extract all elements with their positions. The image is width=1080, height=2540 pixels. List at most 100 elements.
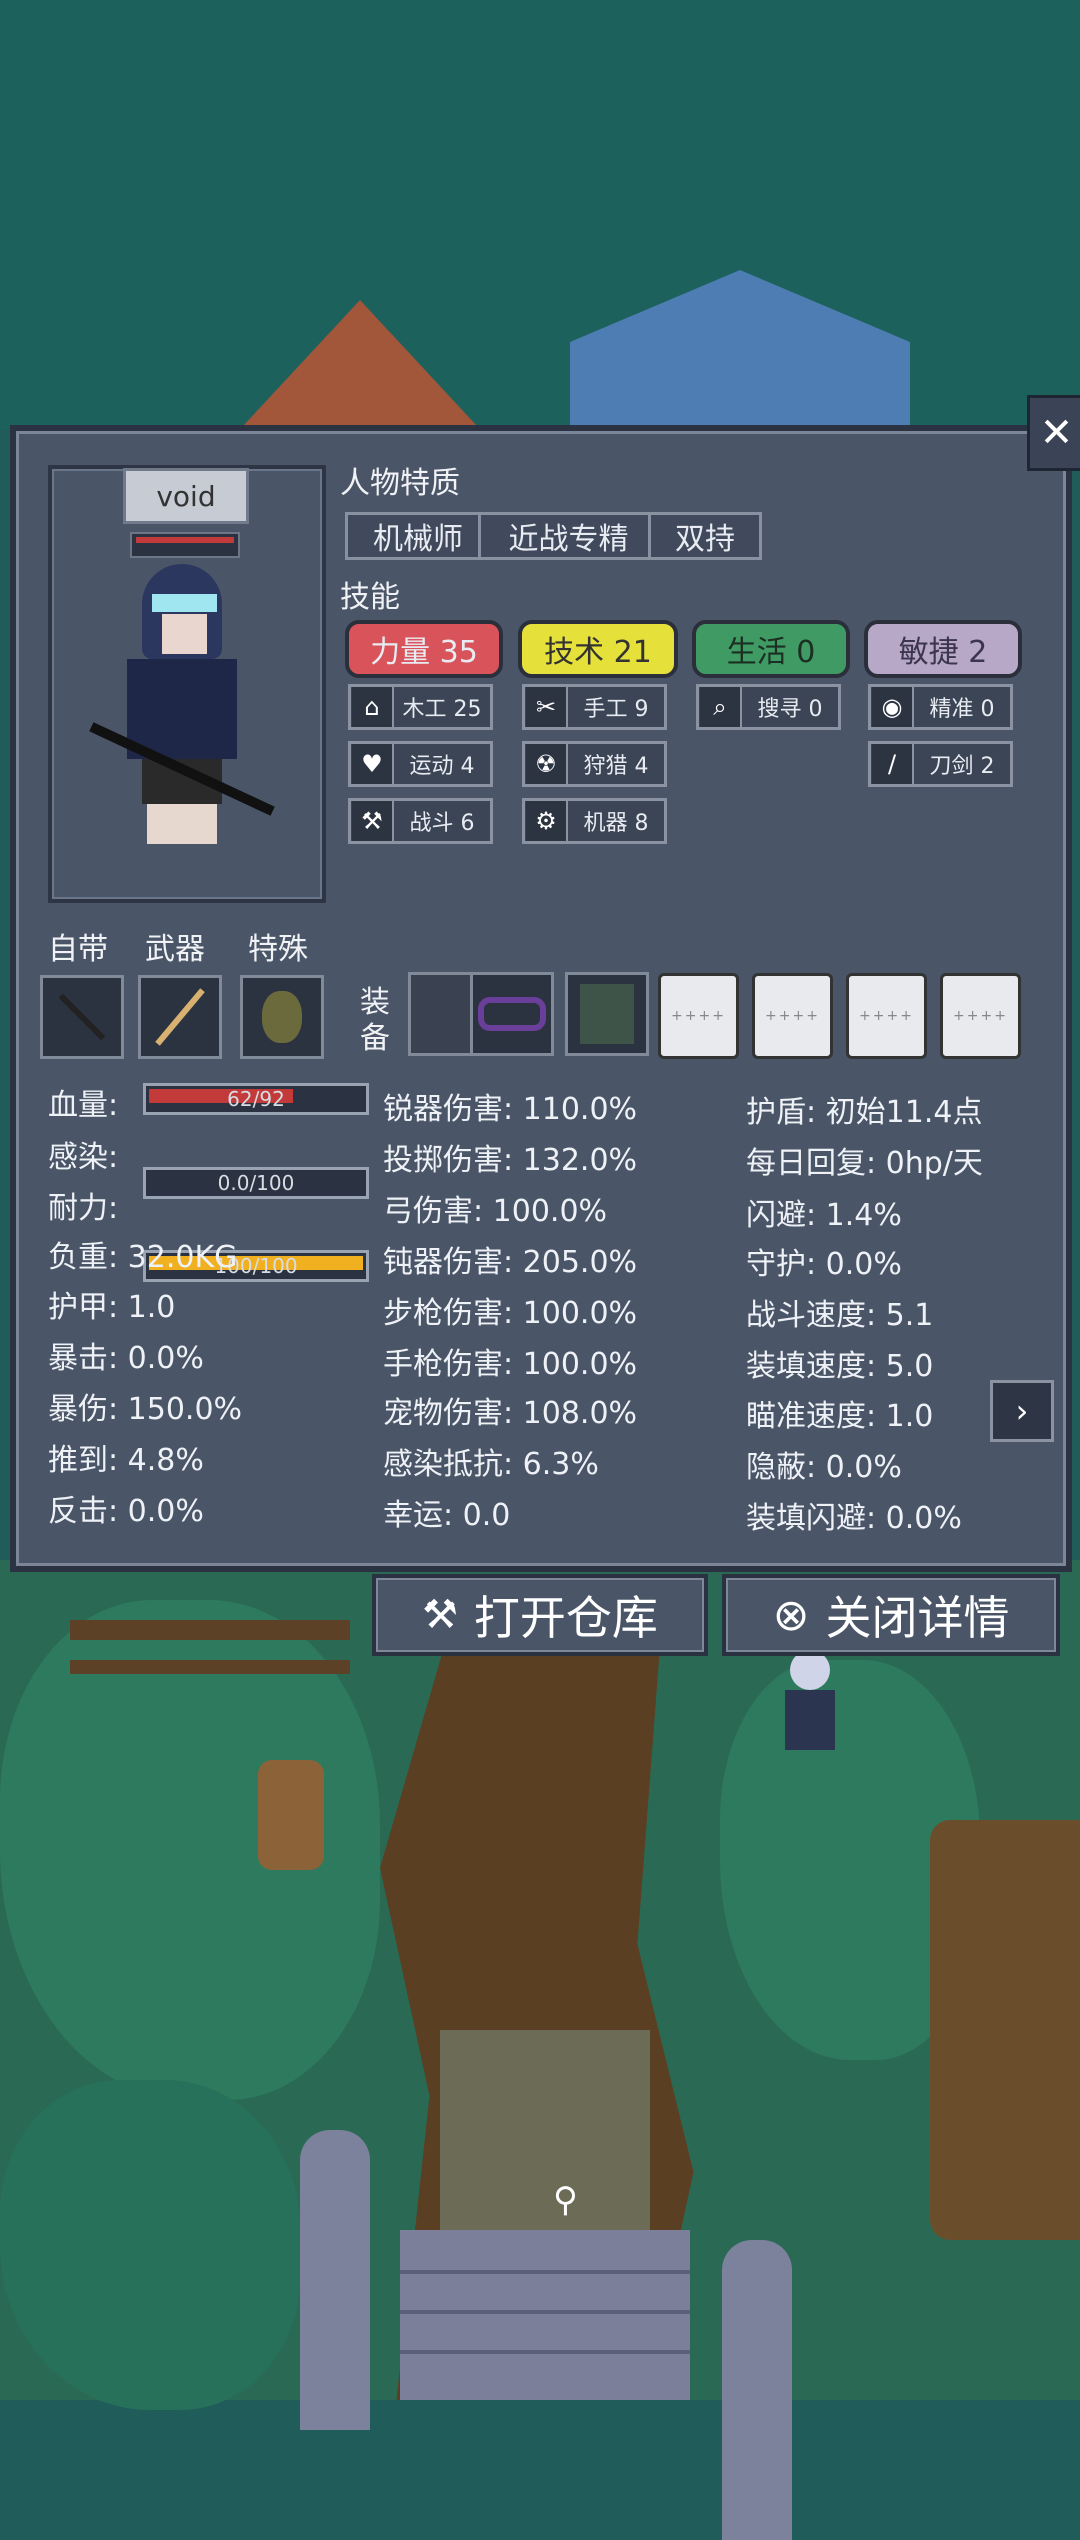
close-details-button[interactable]: ⊗ 关闭详情 [722, 1574, 1060, 1656]
close-details-label: 关闭详情 [825, 1591, 1010, 1645]
stat-shield: 护盾: 初始11.4点 [746, 1095, 983, 1130]
infection-label: 感染: [48, 1140, 119, 1175]
stat-pet-damage: 宠物伤害: 108.0% [383, 1396, 638, 1431]
stone-stairs [400, 2230, 690, 2400]
equipment-label: 装备 [360, 985, 390, 1056]
attribute-life[interactable]: 生活 0 [692, 620, 850, 678]
tree [0, 2080, 300, 2410]
character-name-tag: void [123, 468, 249, 524]
background-forest-top [0, 0, 1080, 430]
equipment-card-icon[interactable]: ++++ [752, 973, 833, 1059]
stat-blunt-damage: 钝器伤害: 205.0% [383, 1245, 638, 1280]
radiation-icon: ☢ [526, 744, 568, 784]
stat-pistol-damage: 手枪伤害: 100.0% [383, 1347, 638, 1382]
innate-label: 自带 [48, 932, 108, 967]
gear-icon: ⚙ [526, 801, 568, 841]
goggles-icon [478, 997, 546, 1031]
next-page-button[interactable]: › [990, 1380, 1054, 1442]
stat-sharp-damage: 锐器伤害: 110.0% [383, 1092, 638, 1127]
close-icon: ✕ [1039, 410, 1074, 456]
stat-knockdown: 推到: 4.8% [48, 1443, 204, 1478]
traits-title: 人物特质 [340, 466, 460, 501]
attribute-strength[interactable]: 力量 35 [345, 620, 503, 678]
axe-icon: ⚒ [352, 801, 394, 841]
equipment-card-icon[interactable]: ++++ [846, 973, 927, 1059]
skill-precision[interactable]: ◉ 精准 0 [868, 684, 1013, 730]
equipment-card-icon[interactable]: ++++ [940, 973, 1021, 1059]
trait-mechanic[interactable]: 机械师 [345, 512, 491, 560]
stone-pillar [722, 2240, 792, 2540]
close-circle-icon: ⊗ [772, 1589, 810, 1641]
attribute-agility[interactable]: 敏捷 2 [864, 620, 1022, 678]
equipment-card-icon[interactable]: ++++ [658, 973, 739, 1059]
hp-bar-text: 62/92 [227, 1087, 285, 1111]
skill-athletics[interactable]: ♥ 运动 4 [348, 741, 493, 787]
chevron-right-icon: › [1015, 1392, 1029, 1430]
innate-slot[interactable] [40, 975, 124, 1059]
special-label: 特殊 [248, 932, 308, 967]
stat-dodge: 闪避: 1.4% [746, 1198, 902, 1233]
grenade-icon [262, 991, 302, 1043]
weapon-label: 武器 [145, 932, 205, 967]
stone-floor [440, 2030, 650, 2230]
close-button[interactable]: ✕ [1027, 395, 1080, 471]
stamina-label: 耐力: [48, 1191, 119, 1226]
skill-carpentry[interactable]: ⌂ 木工 25 [348, 684, 493, 730]
character-portrait [48, 465, 326, 903]
shirt-icon [580, 984, 634, 1044]
open-storage-label: 打开仓库 [473, 1591, 658, 1645]
skills-title: 技能 [340, 580, 400, 615]
infection-bar-text: 0.0/100 [217, 1171, 295, 1195]
open-storage-button[interactable]: ⚒ 打开仓库 [372, 1574, 708, 1656]
stat-aim-speed: 瞄准速度: 1.0 [746, 1399, 934, 1434]
skill-crafting[interactable]: ✂ 手工 9 [522, 684, 667, 730]
house-icon: ⌂ [352, 687, 394, 727]
stat-armor: 护甲: 1.0 [48, 1290, 176, 1325]
storage-icon: ⚒ [422, 1592, 458, 1638]
npc-character[interactable] [780, 1650, 840, 1760]
special-slot[interactable] [240, 975, 324, 1059]
infection-bar: 0.0/100 [143, 1167, 369, 1199]
weapon-slot[interactable] [138, 975, 222, 1059]
skill-hunting[interactable]: ☢ 狩猎 4 [522, 741, 667, 787]
hp-bar: 62/92 [143, 1083, 369, 1115]
skill-machinery[interactable]: ⚙ 机器 8 [522, 798, 667, 844]
sword-icon [155, 988, 205, 1046]
stat-daily-regen: 每日回复: 0hp/天 [746, 1146, 983, 1181]
stat-attack-speed: 战斗速度: 5.1 [746, 1298, 934, 1333]
stat-guard: 守护: 0.0% [746, 1247, 902, 1282]
hp-label: 血量: [48, 1088, 119, 1123]
stat-infection-resist: 感染抵抗: 6.3% [383, 1447, 599, 1482]
scissors-icon: ✂ [526, 687, 568, 727]
stat-weight: 负重: 32.0KG [48, 1240, 238, 1275]
garden-plot [930, 1820, 1080, 2240]
dagger-icon [58, 993, 106, 1041]
knife-icon: / [872, 744, 914, 784]
fence [70, 1660, 350, 1674]
equipment-slot-goggles[interactable] [470, 972, 554, 1056]
trait-melee-specialist[interactable]: 近战专精 [478, 512, 659, 560]
eye-icon: ◉ [872, 687, 914, 727]
character-sprite [89, 564, 275, 864]
barrel [258, 1760, 324, 1870]
stat-luck: 幸运: 0.0 [383, 1498, 511, 1533]
stat-rifle-damage: 步枪伤害: 100.0% [383, 1296, 638, 1331]
attribute-technique[interactable]: 技术 21 [518, 620, 678, 678]
stat-counter: 反击: 0.0% [48, 1494, 204, 1529]
skill-scavenging[interactable]: ⌕ 搜寻 0 [696, 684, 841, 730]
stat-crit-damage: 暴伤: 150.0% [48, 1392, 243, 1427]
magnifier-icon: ⌕ [700, 687, 742, 727]
skill-blades[interactable]: / 刀剑 2 [868, 741, 1013, 787]
equipment-slot-shirt[interactable] [565, 972, 649, 1056]
stat-reload-dodge: 装填闪避: 0.0% [746, 1501, 962, 1536]
map-pin-icon[interactable]: ⚲ [553, 2180, 578, 2220]
stat-crit: 暴击: 0.0% [48, 1341, 204, 1376]
stat-throw-damage: 投掷伤害: 132.0% [383, 1143, 638, 1178]
stone-pillar [300, 2130, 370, 2430]
heart-icon: ♥ [352, 744, 394, 784]
stat-reload-speed: 装填速度: 5.0 [746, 1349, 934, 1384]
skill-combat[interactable]: ⚒ 战斗 6 [348, 798, 493, 844]
trait-dual-wield[interactable]: 双持 [648, 512, 762, 560]
character-mini-health-bar [130, 532, 240, 558]
stat-stealth: 隐蔽: 0.0% [746, 1450, 902, 1485]
